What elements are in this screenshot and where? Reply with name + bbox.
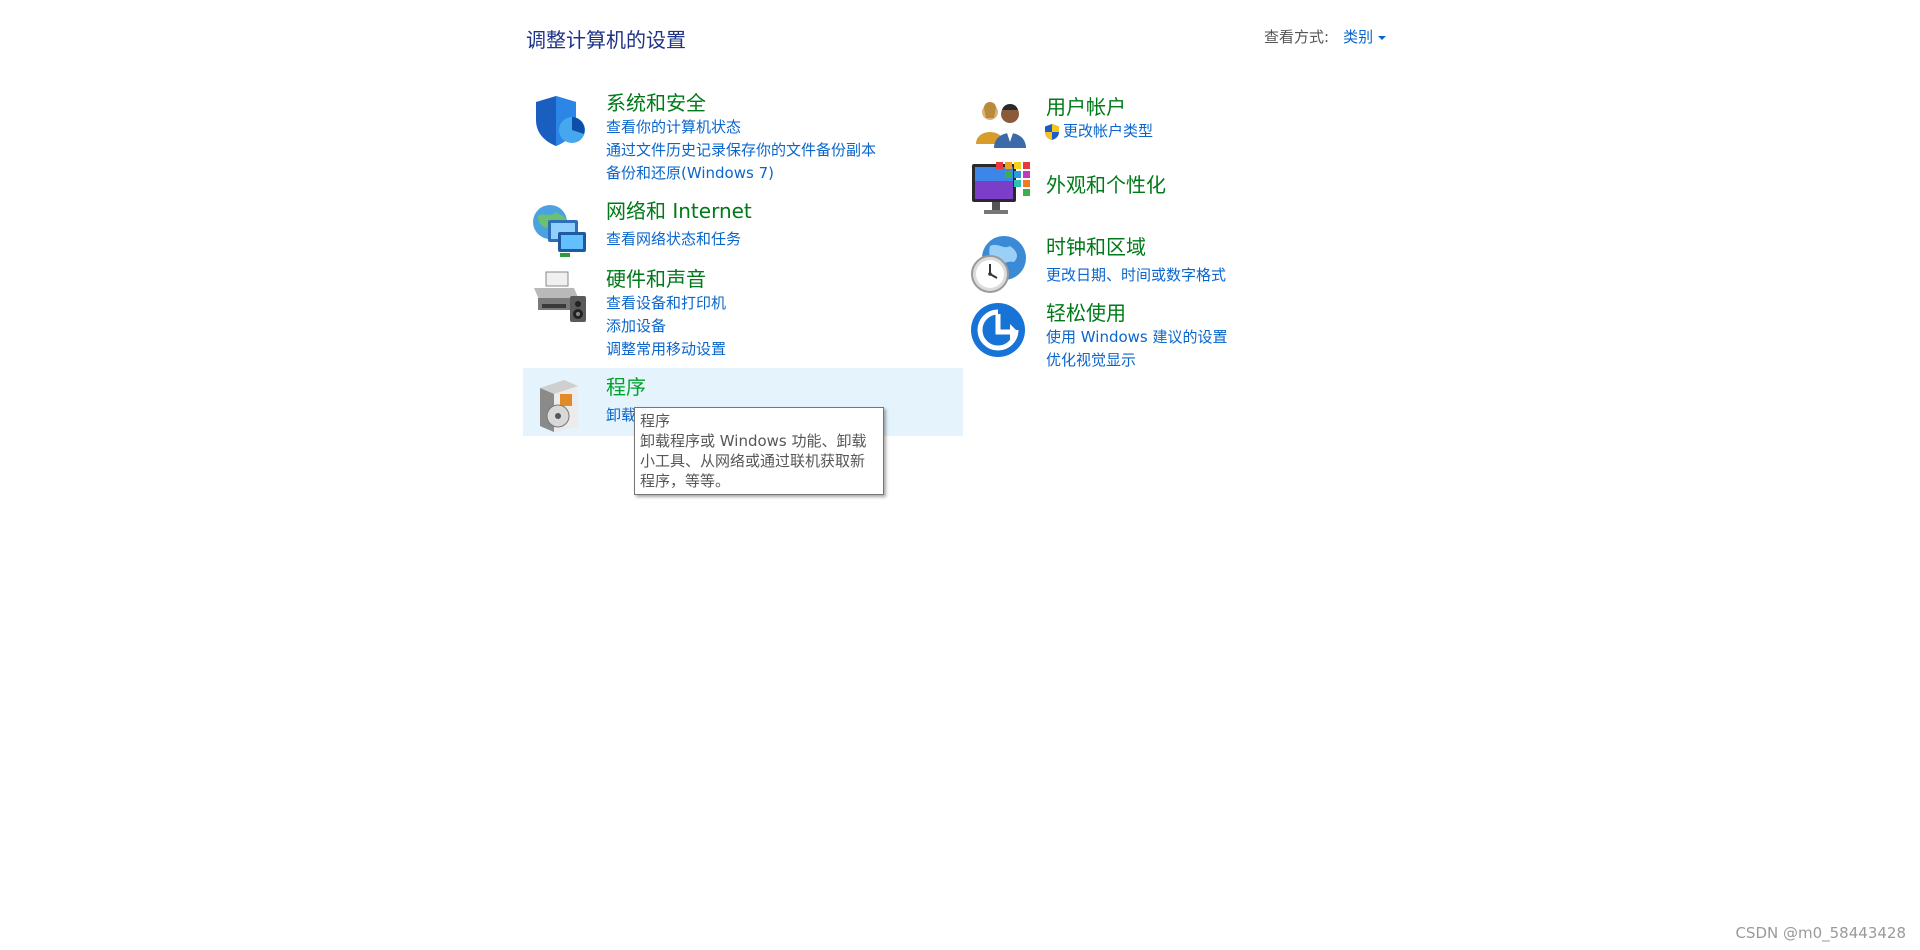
- network-icon: [530, 198, 590, 258]
- view-by-dropdown[interactable]: 类别: [1343, 26, 1387, 47]
- shield-icon: [530, 90, 590, 150]
- link-change-account-type[interactable]: 更改帐户类型: [1044, 120, 1153, 143]
- category-network-internet[interactable]: 网络和 Internet 查看网络状态和任务: [530, 198, 752, 258]
- link-file-history[interactable]: 通过文件历史记录保存你的文件备份副本: [606, 139, 876, 162]
- heading-clock-region[interactable]: 时钟和区域: [1046, 234, 1226, 260]
- category-hardware-sound[interactable]: 硬件和声音 查看设备和打印机 添加设备 调整常用移动设置: [530, 266, 726, 361]
- heading-appearance[interactable]: 外观和个性化: [1046, 172, 1166, 198]
- link-mobility-settings[interactable]: 调整常用移动设置: [606, 338, 726, 361]
- category-user-accounts[interactable]: 用户帐户 更改帐户类型: [970, 94, 1153, 154]
- heading-hardware-sound[interactable]: 硬件和声音: [606, 266, 726, 292]
- link-recommended-settings[interactable]: 使用 Windows 建议的设置: [1046, 326, 1228, 349]
- category-clock-region[interactable]: 时钟和区域 更改日期、时间或数字格式: [970, 234, 1226, 294]
- chevron-down-icon: [1378, 35, 1387, 40]
- watermark: CSDN @m0_58443428: [1735, 924, 1906, 942]
- uac-shield-icon: [1044, 123, 1060, 141]
- link-change-account-type-label: 更改帐户类型: [1063, 122, 1154, 140]
- tooltip-title: 程序: [640, 412, 671, 430]
- page-title: 调整计算机的设置: [526, 28, 686, 52]
- category-appearance[interactable]: 外观和个性化: [970, 160, 1166, 220]
- programs-icon: [530, 374, 590, 434]
- view-by-label: 查看方式:: [1264, 28, 1330, 46]
- link-devices-printers[interactable]: 查看设备和打印机: [606, 292, 726, 315]
- tooltip-body: 卸载程序或 Windows 功能、卸载小工具、从网络或通过联机获取新程序，等等。: [640, 432, 867, 490]
- ease-of-access-icon: [970, 300, 1030, 360]
- link-change-date-time-format[interactable]: 更改日期、时间或数字格式: [1046, 264, 1226, 287]
- link-network-status[interactable]: 查看网络状态和任务: [606, 228, 752, 251]
- link-optimize-visual-display[interactable]: 优化视觉显示: [1046, 349, 1228, 372]
- users-icon: [970, 94, 1030, 154]
- heading-ease-of-access[interactable]: 轻松使用: [1046, 300, 1228, 326]
- category-ease-of-access[interactable]: 轻松使用 使用 Windows 建议的设置 优化视觉显示: [970, 300, 1228, 372]
- view-by-value: 类别: [1343, 28, 1374, 46]
- link-backup-restore[interactable]: 备份和还原(Windows 7): [606, 162, 876, 185]
- programs-tooltip: 程序 卸载程序或 Windows 功能、卸载小工具、从网络或通过联机获取新程序，…: [634, 407, 884, 495]
- category-system-security[interactable]: 系统和安全 查看你的计算机状态 通过文件历史记录保存你的文件备份副本 备份和还原…: [530, 90, 876, 185]
- link-check-status[interactable]: 查看你的计算机状态: [606, 116, 876, 139]
- printer-icon: [530, 266, 590, 326]
- link-add-device[interactable]: 添加设备: [606, 315, 726, 338]
- clock-globe-icon: [970, 234, 1030, 294]
- heading-programs[interactable]: 程序: [606, 374, 646, 400]
- view-by: 查看方式: 类别: [1264, 26, 1387, 47]
- heading-network-internet[interactable]: 网络和 Internet: [606, 198, 752, 224]
- appearance-icon: [970, 160, 1030, 220]
- heading-user-accounts[interactable]: 用户帐户: [1046, 94, 1153, 120]
- heading-system-security[interactable]: 系统和安全: [606, 90, 876, 116]
- category-programs[interactable]: 程序 卸载: [530, 374, 646, 434]
